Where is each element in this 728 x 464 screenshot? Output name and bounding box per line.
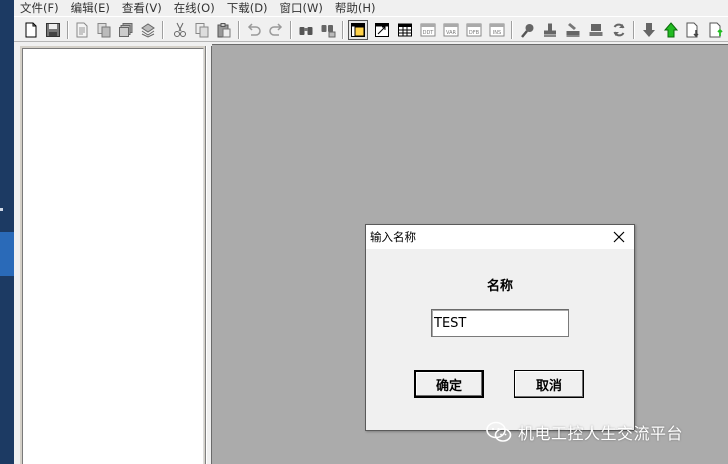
name-label: 名称 <box>486 279 513 294</box>
toolbar-separator <box>162 21 164 39</box>
new-file-icon[interactable] <box>21 20 41 40</box>
menu-download[interactable]: 下载(D) <box>221 1 274 15</box>
menu-bar: 文件(F) 编辑(E) 查看(V) 在线(O) 下载(D) 窗口(W) 帮助(H… <box>14 0 728 15</box>
dfb-label: DFB <box>469 30 480 36</box>
toolbar-separator <box>342 21 344 39</box>
toolbar: DDT VAR DFB INS <box>14 16 728 42</box>
ddt-label: DDT <box>423 30 435 36</box>
ins-icon[interactable]: INS <box>487 20 507 40</box>
menu-window[interactable]: 窗口(W) <box>274 1 329 15</box>
toolbar-separator <box>511 21 513 39</box>
ddt-icon[interactable]: DDT <box>418 20 438 40</box>
wechat-icon <box>486 421 512 442</box>
copy-icon[interactable] <box>192 20 212 40</box>
toolbar-separator <box>67 21 69 39</box>
pc-icon[interactable] <box>586 20 606 40</box>
dialog-title: 输入名称 <box>370 230 416 244</box>
toolbar-separator <box>238 21 240 39</box>
copy-page-icon[interactable] <box>94 20 114 40</box>
undo-icon[interactable] <box>244 20 264 40</box>
toolbar-separator <box>290 21 292 39</box>
search-icon[interactable] <box>518 20 538 40</box>
stack-icon[interactable] <box>116 20 136 40</box>
var-icon[interactable]: VAR <box>441 20 461 40</box>
dfb-icon[interactable]: DFB <box>464 20 484 40</box>
replace-icon[interactable] <box>318 20 338 40</box>
close-icon[interactable] <box>610 228 628 246</box>
save-icon[interactable] <box>43 20 63 40</box>
upload-doc-icon[interactable] <box>706 20 726 40</box>
cut-icon[interactable] <box>170 20 190 40</box>
find-icon[interactable] <box>296 20 316 40</box>
desktop-marker <box>0 208 3 211</box>
arrow-down-icon[interactable] <box>639 20 659 40</box>
layers-icon[interactable] <box>138 20 158 40</box>
arrow-up-green-icon[interactable] <box>661 20 681 40</box>
menu-file[interactable]: 文件(F) <box>14 1 65 15</box>
dialog-title-bar[interactable]: 输入名称 <box>366 225 634 249</box>
var-label: VAR <box>446 30 457 36</box>
desktop-strip <box>0 0 14 464</box>
watermark: 机电工控人生交流平台 <box>486 418 683 446</box>
paste-icon[interactable] <box>214 20 234 40</box>
project-tree-pane[interactable] <box>22 48 204 464</box>
print-icon[interactable] <box>563 20 583 40</box>
watermark-text: 机电工控人生交流平台 <box>518 424 684 443</box>
menu-view[interactable]: 查看(V) <box>116 1 168 15</box>
download-doc-icon[interactable] <box>683 20 703 40</box>
menu-edit[interactable]: 编辑(E) <box>65 1 116 15</box>
view-tree-icon[interactable] <box>348 20 368 40</box>
refresh-icon[interactable] <box>609 20 629 40</box>
menu-online[interactable]: 在线(O) <box>168 1 221 15</box>
name-input[interactable] <box>431 309 569 337</box>
view-logic-icon[interactable] <box>372 20 392 40</box>
input-name-dialog: 输入名称 名称 确定 取消 <box>365 224 635 431</box>
toolbar-separator <box>633 21 635 39</box>
ins-label: INS <box>493 30 501 36</box>
page-icon[interactable] <box>72 20 92 40</box>
view-table-icon[interactable] <box>395 20 415 40</box>
ok-button[interactable]: 确定 <box>414 370 484 398</box>
menu-help[interactable]: 帮助(H) <box>329 1 382 15</box>
stamp-icon[interactable] <box>540 20 560 40</box>
redo-icon[interactable] <box>266 20 286 40</box>
cancel-button[interactable]: 取消 <box>514 370 584 398</box>
desktop-highlight <box>0 232 14 276</box>
project-tree-frame <box>20 46 206 464</box>
